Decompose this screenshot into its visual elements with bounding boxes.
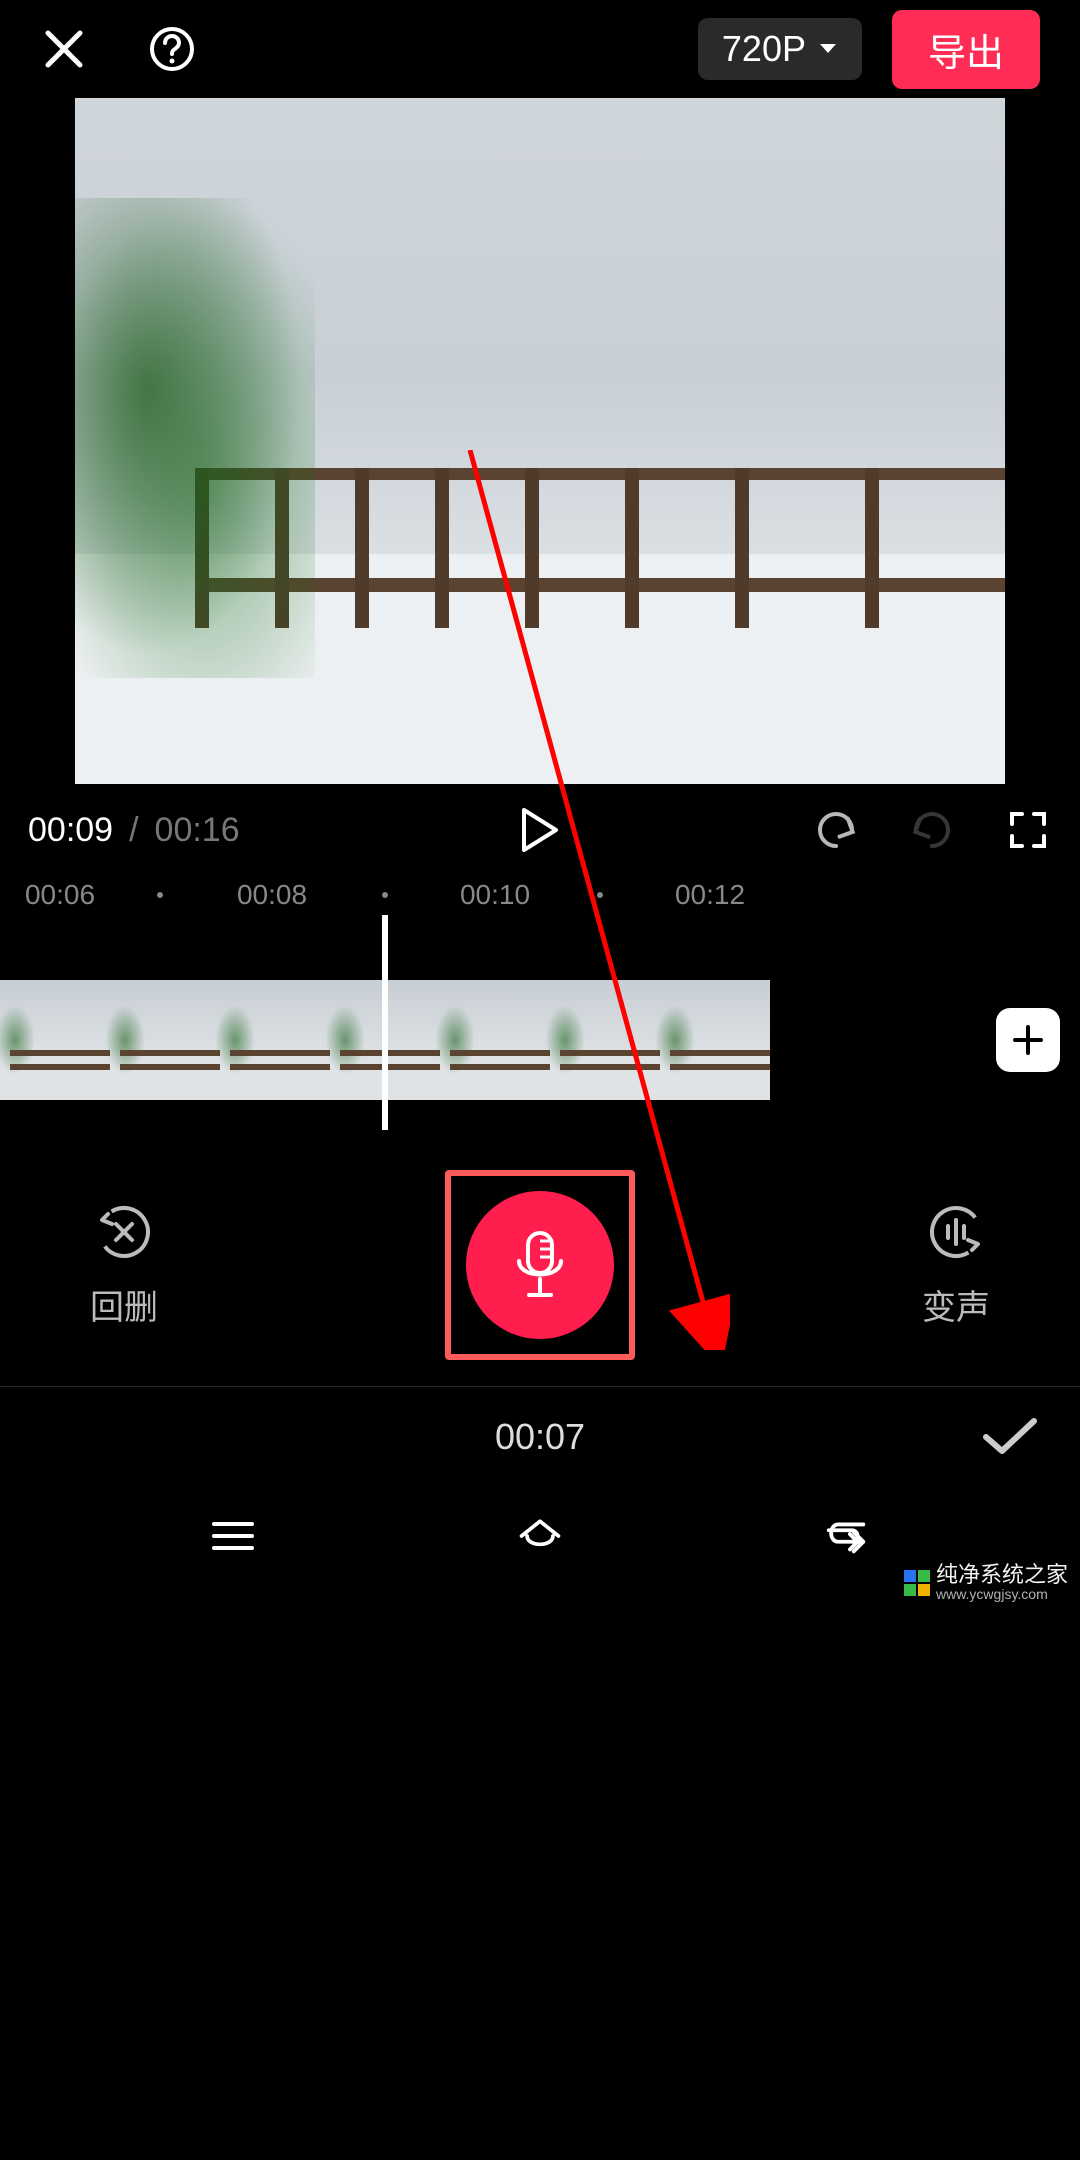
record-button[interactable] (466, 1191, 614, 1339)
ruler-tick: 00:06 (25, 879, 95, 911)
undo-delete-icon (94, 1202, 154, 1262)
export-button[interactable]: 导出 (892, 10, 1040, 89)
microphone-icon (509, 1229, 571, 1301)
thumbnail[interactable] (220, 980, 330, 1100)
thumbnail[interactable] (110, 980, 220, 1100)
resolution-button[interactable]: 720P (698, 18, 862, 80)
undo-icon (814, 810, 858, 850)
thumbnail[interactable] (660, 980, 770, 1100)
close-icon[interactable] (40, 25, 88, 73)
top-bar-right: 720P 导出 (698, 10, 1040, 89)
undo-delete-button[interactable]: 回删 (90, 1202, 158, 1329)
watermark-name: 纯净系统之家 (936, 1564, 1068, 1586)
recorded-time: 00:07 (495, 1416, 585, 1458)
current-time: 00:09 (28, 811, 113, 850)
watermark-logo-icon (904, 1570, 930, 1596)
nav-menu-button[interactable] (209, 1512, 257, 1560)
preview-tree (75, 198, 315, 678)
record-controls: 回删 变声 (0, 1155, 1080, 1375)
plus-icon (1011, 1023, 1045, 1057)
nav-home-button[interactable] (516, 1512, 564, 1560)
thumbnail[interactable] (550, 980, 660, 1100)
play-button[interactable] (516, 806, 564, 854)
watermark-text: 纯净系统之家 www.ycwgjsy.com (936, 1564, 1068, 1602)
fullscreen-icon (1008, 810, 1048, 850)
playback-right (812, 806, 1052, 854)
ruler-tick: 00:10 (460, 879, 530, 911)
fullscreen-button[interactable] (1004, 806, 1052, 854)
thumbnail[interactable] (0, 980, 110, 1100)
time-separator: / (129, 811, 138, 850)
resolution-label: 720P (722, 28, 806, 70)
chevron-down-icon (818, 42, 838, 56)
voice-change-label: 变声 (922, 1280, 990, 1329)
add-clip-button[interactable] (996, 1008, 1060, 1072)
redo-icon (910, 810, 954, 850)
nav-back-button[interactable] (823, 1512, 871, 1560)
play-icon (520, 808, 560, 852)
ruler-tick: 00:08 (237, 879, 307, 911)
undo-delete-label: 回删 (90, 1280, 158, 1329)
top-bar-left (40, 25, 196, 73)
record-highlight (445, 1170, 635, 1360)
redo-button[interactable] (908, 806, 956, 854)
back-icon (823, 1516, 871, 1556)
total-time: 00:16 (155, 811, 240, 850)
home-icon (516, 1514, 564, 1558)
ruler-dot (382, 892, 388, 898)
voice-change-button[interactable]: 变声 (922, 1202, 990, 1329)
confirm-button[interactable] (980, 1415, 1040, 1459)
ruler-tick: 00:12 (675, 879, 745, 911)
voice-change-icon (926, 1202, 986, 1262)
timeline-ruler[interactable]: 00:06 00:08 00:10 00:12 (0, 870, 1080, 920)
watermark: 纯净系统之家 www.ycwgjsy.com (904, 1564, 1068, 1602)
preview-fence (195, 468, 1005, 668)
ruler-dot (157, 892, 163, 898)
thumbnail[interactable] (440, 980, 550, 1100)
watermark-url: www.ycwgjsy.com (936, 1586, 1068, 1602)
bottom-row: 00:07 (0, 1392, 1080, 1482)
ruler-dot (597, 892, 603, 898)
top-bar: 720P 导出 (0, 0, 1080, 98)
playhead[interactable] (382, 915, 388, 1130)
menu-icon (210, 1518, 256, 1554)
export-label: 导出 (928, 33, 1004, 75)
playback-bar: 00:09 / 00:16 (0, 798, 1080, 862)
undo-button[interactable] (812, 806, 860, 854)
divider (0, 1386, 1080, 1387)
help-icon[interactable] (148, 25, 196, 73)
timeline-filmstrip[interactable] (0, 980, 1080, 1100)
checkmark-icon (980, 1415, 1040, 1459)
video-preview[interactable] (75, 98, 1005, 784)
